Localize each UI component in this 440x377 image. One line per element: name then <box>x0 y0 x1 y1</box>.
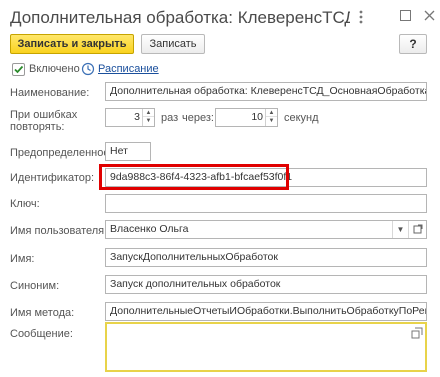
maximize-icon[interactable] <box>396 8 414 28</box>
message-label: Сообщение: <box>10 328 73 340</box>
more-vert-icon[interactable] <box>352 8 370 28</box>
retry-times-text: раз <box>161 112 179 124</box>
arrow-down-icon: ▼ <box>268 118 275 124</box>
retry-interval-value: 10 <box>251 111 263 123</box>
checkmark-icon <box>14 65 24 74</box>
identifier-label: Идентификатор: <box>10 172 95 184</box>
key-field[interactable] <box>105 194 427 213</box>
clock-icon[interactable] <box>81 62 95 76</box>
retry-count-arrows[interactable]: ▲ ▼ <box>142 109 154 126</box>
user-label: Имя пользователя: <box>10 225 108 237</box>
arrow-up-icon: ▲ <box>143 109 154 117</box>
key-label: Ключ: <box>10 198 40 210</box>
name-field[interactable]: Дополнительная обработка: КлеверенсТСД_О… <box>105 82 427 101</box>
method-label: Имя метода: <box>10 307 75 319</box>
window-title: Дополнительная обработка: КлеверенсТСД_О… <box>10 8 350 27</box>
save-button[interactable]: Записать <box>141 34 205 54</box>
close-icon[interactable] <box>420 8 438 28</box>
save-and-close-button[interactable]: Записать и закрыть <box>10 34 134 54</box>
arrow-down-icon: ▼ <box>145 118 152 124</box>
name-label: Наименование: <box>10 87 90 99</box>
retry-count-value: 3 <box>134 111 140 123</box>
message-textarea[interactable] <box>105 322 427 372</box>
enabled-label: Включено <box>29 63 80 75</box>
job-name-label: Имя: <box>10 253 35 265</box>
chevron-down-icon[interactable]: ▼ <box>392 221 408 238</box>
predefined-label: Предопределенное: <box>10 147 113 159</box>
user-select[interactable]: Власенко Ольга ▼ <box>105 220 427 239</box>
expand-icon[interactable] <box>411 327 423 339</box>
synonym-field[interactable]: Запуск дополнительных обработок <box>105 275 427 294</box>
open-icon[interactable] <box>408 221 426 238</box>
retry-interval-stepper[interactable]: 10 ▲ ▼ <box>215 108 278 127</box>
retry-count-stepper[interactable]: 3 ▲ ▼ <box>105 108 155 127</box>
job-name-field[interactable]: ЗапускДополнительныхОбработок <box>105 248 427 267</box>
help-button[interactable]: ? <box>399 34 427 54</box>
retry-seconds-text: секунд <box>284 112 319 124</box>
identifier-highlight <box>99 164 289 190</box>
synonym-label: Синоним: <box>10 280 60 292</box>
schedule-link[interactable]: Расписание <box>98 63 159 76</box>
retry-label-line2: повторять: <box>10 121 65 133</box>
enabled-checkbox[interactable] <box>12 63 25 76</box>
retry-after-text: через: <box>182 112 214 124</box>
retry-interval-arrows[interactable]: ▲ ▼ <box>265 109 277 126</box>
arrow-up-icon: ▲ <box>266 109 277 117</box>
predefined-field: Нет <box>105 142 151 161</box>
user-value: Власенко Ольга <box>110 223 189 235</box>
method-field[interactable]: ДополнительныеОтчетыИОбработки.Выполнить… <box>105 302 427 321</box>
